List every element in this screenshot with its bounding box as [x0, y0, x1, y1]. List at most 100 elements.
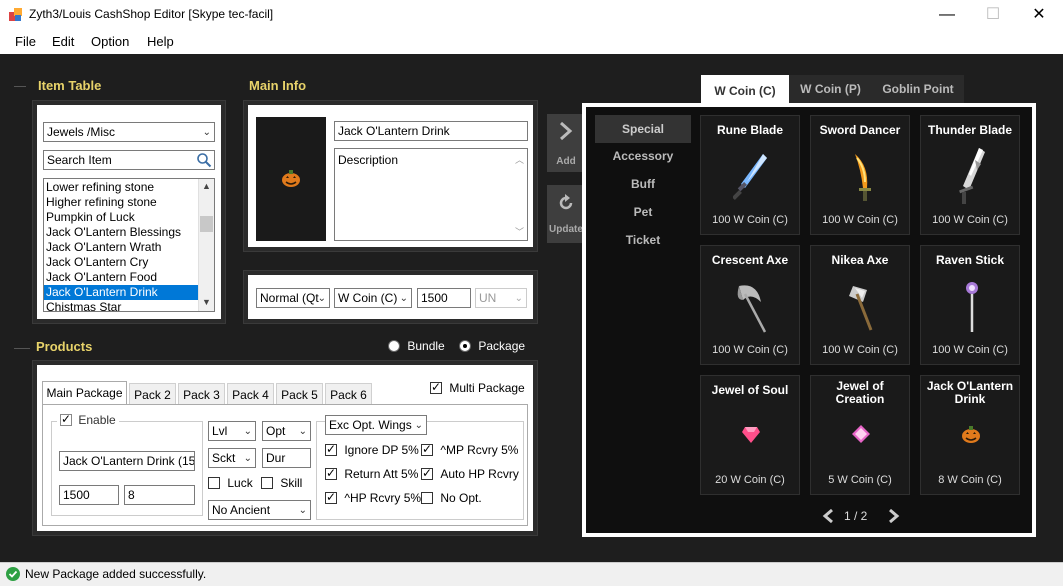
luck-option[interactable]: Luck [208, 476, 253, 490]
exc-option-checkbox[interactable] [325, 466, 337, 480]
package-option[interactable]: Package [459, 339, 525, 353]
update-button[interactable]: Update [547, 185, 585, 243]
shop-tab-wcoin-p[interactable]: W Coin (P) [789, 75, 872, 103]
chevron-down-icon: ⌄ [414, 420, 423, 431]
menu-help[interactable]: Help [147, 34, 174, 49]
socket-select[interactable]: Sckt ⌄ [208, 448, 256, 468]
exc-option[interactable]: No Opt. [421, 491, 482, 505]
shop-item-card[interactable]: Thunder Blade 100 W Coin (C) [920, 115, 1020, 235]
tab-pack-6[interactable]: Pack 6 [325, 383, 372, 405]
package-name-input[interactable]: Jack O'Lantern Drink (1500 [59, 451, 195, 471]
list-item[interactable]: Lower refining stone [44, 180, 199, 195]
enable-option[interactable]: Enable [57, 412, 119, 427]
menu-option[interactable]: Option [91, 34, 129, 49]
exc-option[interactable]: Auto HP Rcvry [421, 466, 519, 481]
shop-tab-wcoin-c[interactable]: W Coin (C) [701, 75, 789, 105]
title-bar: Zyth3/Louis CashShop Editor [Skype tec-f… [0, 0, 1063, 30]
exc-option-checkbox[interactable] [325, 490, 337, 504]
list-item[interactable]: Jack O'Lantern Wrath [44, 240, 199, 255]
chevron-down-icon[interactable]: ﹀ [515, 225, 524, 238]
add-button[interactable]: Add [547, 114, 585, 172]
bundle-radio[interactable] [388, 340, 400, 352]
item-name-input[interactable]: Jack O'Lantern Drink [334, 121, 528, 141]
prev-page-icon[interactable] [822, 508, 836, 526]
shop-item-card[interactable]: Sword Dancer 100 W Coin (C) [810, 115, 910, 235]
exc-option-checkbox[interactable] [325, 442, 337, 456]
item-list-scrollbar[interactable]: ▲ ▼ [198, 179, 214, 311]
shop-item-card[interactable]: Jewel of Soul 20 W Coin (C) [700, 375, 800, 495]
category-ticket[interactable]: Ticket [595, 233, 691, 247]
multi-package-checkbox[interactable] [430, 380, 442, 394]
card-price: 5 W Coin (C) [828, 474, 892, 486]
category-pet[interactable]: Pet [595, 205, 691, 219]
skill-option[interactable]: Skill [261, 476, 302, 490]
sale-type-select[interactable]: Normal (Qt ⌄ [256, 288, 330, 308]
chevron-up-icon[interactable]: ▲ [202, 181, 211, 191]
shop-item-card[interactable]: Jack O'Lantern Drink 8 W Coin (C) [920, 375, 1020, 495]
list-item[interactable]: Jack O'Lantern Drink [44, 285, 199, 300]
bundle-option[interactable]: Bundle [388, 339, 445, 353]
list-item[interactable]: Jack O'Lantern Blessings [44, 225, 199, 240]
tab-pack-4[interactable]: Pack 4 [227, 383, 274, 405]
price-input[interactable]: 1500 [417, 288, 471, 308]
card-price: 100 W Coin (C) [712, 344, 788, 356]
exc-option-checkbox[interactable] [421, 466, 433, 480]
divider [14, 86, 26, 87]
skill-checkbox[interactable] [261, 477, 273, 489]
exc-option-checkbox[interactable] [421, 492, 433, 504]
exc-option[interactable]: ^HP Rcvry 5% [325, 490, 421, 505]
next-page-icon[interactable] [886, 508, 900, 526]
list-item[interactable]: Jack O'Lantern Cry [44, 255, 199, 270]
package-radio[interactable] [459, 340, 471, 352]
package-price-input[interactable]: 1500 [59, 485, 119, 505]
list-item[interactable]: Higher refining stone [44, 195, 199, 210]
menu-edit[interactable]: Edit [52, 34, 74, 49]
category-buff[interactable]: Buff [595, 177, 691, 191]
close-button[interactable]: ✕ [1016, 0, 1062, 30]
chevron-down-icon: ⌄ [514, 293, 523, 304]
option-select[interactable]: Opt ⌄ [262, 421, 311, 441]
tab-pack-2[interactable]: Pack 2 [129, 383, 176, 405]
ancient-select[interactable]: No Ancient ⌄ [208, 500, 311, 520]
shop-item-card[interactable]: Nikea Axe 100 W Coin (C) [810, 245, 910, 365]
multi-package-option[interactable]: Multi Package [430, 380, 525, 395]
shop-item-card[interactable]: Jewel of Creation 5 W Coin (C) [810, 375, 910, 495]
luck-checkbox[interactable] [208, 477, 220, 489]
shop-item-card[interactable]: Rune Blade 100 W Coin (C) [700, 115, 800, 235]
exc-option-checkbox[interactable] [421, 442, 433, 456]
card-name: Crescent Axe [711, 253, 789, 267]
level-select[interactable]: Lvl ⌄ [208, 421, 256, 441]
shop-tab-goblin-point[interactable]: Goblin Point [872, 75, 964, 103]
category-special[interactable]: Special [595, 115, 691, 143]
tab-pack-3[interactable]: Pack 3 [178, 383, 225, 405]
list-item[interactable]: Chistmas Star [44, 300, 199, 311]
minimize-button[interactable]: — [924, 0, 970, 30]
description-textarea[interactable]: Description ︿ ﹀ [334, 148, 528, 241]
search-input[interactable]: Search Item [43, 150, 215, 170]
list-item[interactable]: Pumpkin of Luck [44, 210, 199, 225]
list-item[interactable]: Jack O'Lantern Food [44, 270, 199, 285]
exc-option[interactable]: ^MP Rcvry 5% [421, 442, 518, 457]
durability-input[interactable]: Dur [262, 448, 311, 468]
chevron-up-icon[interactable]: ︿ [515, 153, 524, 166]
enable-checkbox[interactable] [60, 412, 72, 426]
maximize-button[interactable]: ☐ [970, 0, 1016, 30]
tab-pack-5[interactable]: Pack 5 [276, 383, 323, 405]
scroll-thumb[interactable] [200, 216, 213, 232]
shop-item-card[interactable]: Crescent Axe 100 W Coin (C) [700, 245, 800, 365]
exc-option[interactable]: Return Att 5% [325, 466, 418, 481]
exc-option[interactable]: Ignore DP 5% [325, 442, 419, 457]
search-icon[interactable] [196, 152, 212, 169]
chevron-down-icon[interactable]: ▼ [202, 297, 211, 307]
shop-item-card[interactable]: Raven Stick 100 W Coin (C) [920, 245, 1020, 365]
menu-file[interactable]: File [15, 34, 36, 49]
coin-type-select[interactable]: W Coin (C) ⌄ [334, 288, 412, 308]
category-select[interactable]: Jewels /Misc ⌄ [43, 122, 215, 142]
card-name: Raven Stick [935, 253, 1005, 267]
unit-select[interactable]: UN ⌄ [475, 288, 527, 308]
tab-main-package[interactable]: Main Package [42, 381, 127, 405]
exc-type-select[interactable]: Exc Opt. Wings ⌄ [325, 415, 427, 435]
item-list[interactable]: Lower refining stone Higher refining ston… [43, 178, 215, 312]
category-accessory[interactable]: Accessory [595, 149, 691, 163]
package-quantity-input[interactable]: 8 [124, 485, 195, 505]
